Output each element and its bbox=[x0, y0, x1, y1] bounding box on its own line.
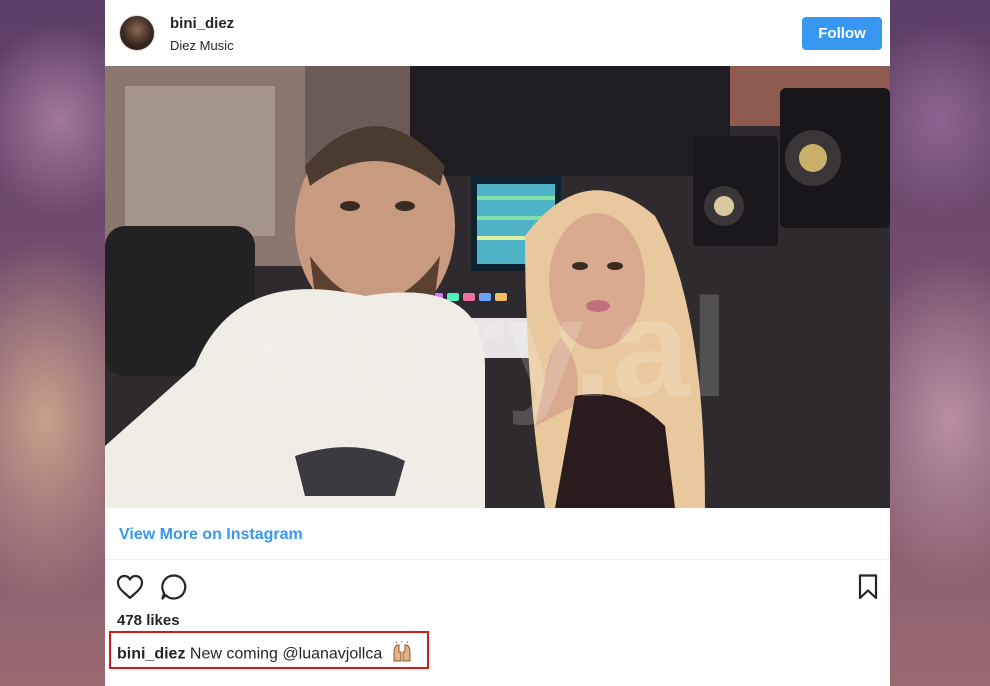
post-photo[interactable]: story.al bbox=[105, 66, 890, 508]
photo-watermark: story.al bbox=[241, 269, 729, 426]
heart-icon[interactable] bbox=[115, 572, 145, 602]
likes-count: 478 likes bbox=[117, 612, 180, 629]
instagram-embed-card: bini_diez Diez Music Follow story.al Vie… bbox=[105, 0, 890, 686]
post-location[interactable]: Diez Music bbox=[170, 38, 234, 53]
studio-selfie-photo: story.al bbox=[105, 66, 890, 508]
view-more-bar: View More on Instagram bbox=[105, 508, 890, 560]
raised-hands-emoji-icon bbox=[391, 641, 413, 668]
post-caption: bini_diez New coming @luanavjollca bbox=[117, 641, 413, 668]
caption-mention[interactable]: @luanavjollca bbox=[282, 646, 382, 663]
caption-text: New coming bbox=[189, 645, 278, 663]
bookmark-icon[interactable] bbox=[853, 572, 883, 602]
follow-button[interactable]: Follow bbox=[802, 17, 882, 50]
post-actions bbox=[105, 566, 890, 606]
post-header: bini_diez Diez Music Follow bbox=[105, 0, 890, 66]
comment-icon[interactable] bbox=[159, 572, 189, 602]
post-username[interactable]: bini_diez bbox=[170, 15, 234, 32]
view-more-link[interactable]: View More on Instagram bbox=[119, 526, 303, 544]
avatar[interactable] bbox=[119, 15, 155, 51]
caption-username[interactable]: bini_diez bbox=[117, 646, 185, 663]
